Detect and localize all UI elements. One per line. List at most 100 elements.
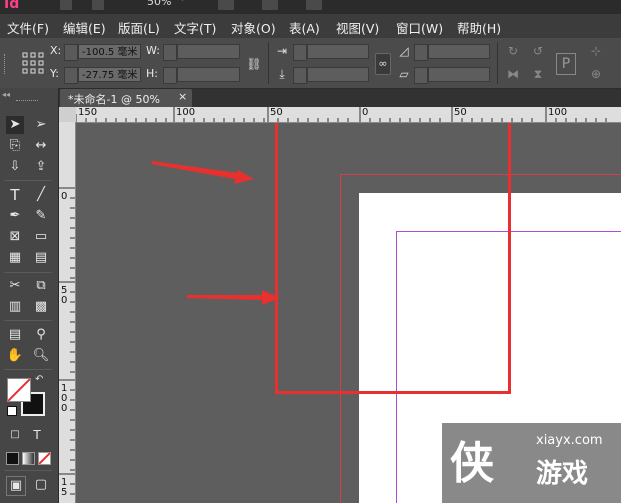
scale-x-field[interactable] bbox=[307, 44, 369, 59]
rotate-ccw-icon[interactable]: ↺ bbox=[530, 43, 546, 59]
app-bar: Id 50% ▾ bbox=[0, 0, 621, 14]
ruler-label: 50 bbox=[454, 107, 467, 118]
rotate-cw-icon[interactable]: ↻ bbox=[505, 43, 521, 59]
select-container-icon[interactable]: ⊹ bbox=[588, 43, 604, 59]
free-transform-tool-icon[interactable]: ⧉ bbox=[32, 277, 50, 295]
type-tool-icon[interactable]: T bbox=[6, 186, 24, 204]
shear-field[interactable] bbox=[428, 67, 490, 82]
ruler-label: 0 bbox=[61, 191, 68, 202]
rotation-field[interactable] bbox=[428, 44, 490, 59]
vertical-ruler[interactable]: 0 5 0 1 0 0 1 5 bbox=[59, 122, 76, 503]
app-logo: Id bbox=[4, 0, 20, 12]
watermark-name: 游戏 bbox=[536, 459, 589, 489]
pasteboard[interactable]: 侠 xiayx.com 游戏 bbox=[76, 123, 621, 503]
fill-stroke-swatch[interactable]: ↶ bbox=[7, 374, 47, 418]
panel-grip[interactable] bbox=[4, 54, 9, 74]
selection-tool-icon[interactable]: ➤ bbox=[6, 116, 24, 134]
formatting-container-icon[interactable]: □ bbox=[6, 426, 24, 444]
page-tool-icon[interactable]: ⎘ bbox=[6, 137, 24, 155]
y-label: Y: bbox=[50, 67, 59, 80]
menu-table[interactable]: 表(A) bbox=[289, 18, 320, 37]
scale-x-stepper[interactable] bbox=[293, 44, 307, 61]
pen-tool-icon[interactable]: ✒ bbox=[6, 207, 24, 225]
w-field[interactable] bbox=[177, 44, 240, 59]
document-tab[interactable]: *未命名-1 @ 50% × bbox=[60, 89, 192, 107]
select-content-icon[interactable]: ⊕ bbox=[588, 66, 604, 82]
gradient-swatch-tool-icon[interactable]: ▥ bbox=[6, 298, 24, 316]
horizontal-grid-tool-icon[interactable]: ▤ bbox=[32, 249, 50, 267]
flip-horizontal-icon[interactable]: ⧓ bbox=[505, 66, 521, 82]
screen-mode-icon[interactable]: ▣ bbox=[6, 476, 26, 496]
content-placer-icon[interactable]: ⇪ bbox=[32, 158, 50, 176]
bridge-button[interactable] bbox=[60, 0, 72, 10]
minibridge-button[interactable] bbox=[92, 0, 104, 10]
pencil-tool-icon[interactable]: ✎ bbox=[32, 207, 50, 225]
view-options-button[interactable] bbox=[218, 0, 234, 10]
constrain-scale-icon[interactable]: ∞ bbox=[375, 53, 391, 75]
ruler-label: 100 bbox=[548, 107, 568, 118]
arrange-documents-button[interactable] bbox=[306, 0, 322, 10]
note-tool-icon[interactable]: ▤ bbox=[6, 326, 24, 344]
direct-selection-tool-icon[interactable]: ➢ bbox=[32, 116, 50, 134]
h-stepper[interactable] bbox=[163, 67, 177, 84]
menu-layout[interactable]: 版面(L) bbox=[118, 18, 160, 37]
menu-window[interactable]: 窗口(W) bbox=[396, 18, 443, 37]
screen-mode-button[interactable] bbox=[262, 0, 278, 10]
reference-point-icon[interactable] bbox=[22, 52, 44, 74]
menu-file[interactable]: 文件(F) bbox=[7, 18, 49, 37]
formatting-text-icon[interactable]: T bbox=[28, 426, 46, 444]
eyedropper-tool-icon[interactable]: ⚲ bbox=[32, 326, 50, 344]
ruler-origin[interactable] bbox=[59, 107, 76, 122]
default-colors-icon[interactable] bbox=[7, 406, 17, 416]
zoom-level[interactable]: 50% bbox=[147, 0, 171, 8]
rotation-stepper[interactable] bbox=[414, 44, 428, 61]
line-tool-icon[interactable]: ╱ bbox=[32, 186, 50, 204]
w-stepper[interactable] bbox=[163, 44, 177, 61]
control-panel: X: -100.5 毫米 Y: -27.75 毫米 W: H: ⛓ ⇥ ⤓ ∞ … bbox=[0, 38, 621, 89]
x-field[interactable]: -100.5 毫米 bbox=[78, 44, 141, 59]
menu-view[interactable]: 视图(V) bbox=[336, 18, 379, 37]
horizontal-ruler[interactable]: 150 100 50 0 50 100 bbox=[76, 107, 621, 123]
y-field[interactable]: -27.75 毫米 bbox=[78, 67, 141, 82]
tools-panel: ◂◂ ➤ ➢ ⎘ ↔ ⇩ ⇪ T ╱ ✒ ✎ ⊠ ▭ ▦ ▤ ✂ ⧉ ▥ ▩ ▤… bbox=[0, 88, 59, 503]
x-stepper[interactable] bbox=[64, 44, 78, 61]
gradient-feather-tool-icon[interactable]: ▩ bbox=[32, 298, 50, 316]
divider bbox=[4, 320, 52, 321]
menu-object[interactable]: 对象(O) bbox=[231, 18, 276, 37]
scale-x-icon: ⇥ bbox=[276, 44, 288, 58]
table-tool-icon[interactable]: ▦ bbox=[6, 249, 24, 267]
rectangle-frame-tool-icon[interactable]: ⊠ bbox=[6, 228, 24, 246]
apply-none-icon[interactable] bbox=[38, 452, 51, 465]
fill-swatch[interactable] bbox=[7, 378, 31, 402]
scissors-tool-icon[interactable]: ✂ bbox=[6, 277, 24, 295]
apply-gradient-icon[interactable] bbox=[22, 452, 35, 465]
close-tab-icon[interactable]: × bbox=[178, 90, 187, 103]
hand-tool-icon[interactable]: ✋ bbox=[6, 347, 24, 365]
zoom-dropdown-icon[interactable]: ▾ bbox=[180, 0, 185, 4]
menu-type[interactable]: 文字(T) bbox=[174, 18, 216, 37]
gap-tool-icon[interactable]: ↔ bbox=[32, 137, 50, 155]
paragraph-style-icon[interactable]: P bbox=[556, 53, 576, 75]
content-collector-icon[interactable]: ⇩ bbox=[6, 158, 24, 176]
scale-y-field[interactable] bbox=[307, 67, 369, 82]
constrain-proportions-icon[interactable]: ⛓ bbox=[246, 56, 262, 72]
divider bbox=[4, 470, 52, 471]
scale-y-icon: ⤓ bbox=[279, 67, 285, 81]
collapse-panel-icon[interactable]: ◂◂ bbox=[2, 90, 10, 99]
preview-mode-icon[interactable]: ▢ bbox=[32, 476, 50, 494]
shear-stepper[interactable] bbox=[414, 67, 428, 84]
y-stepper[interactable] bbox=[64, 67, 78, 84]
h-field[interactable] bbox=[177, 67, 240, 82]
w-label: W: bbox=[146, 44, 160, 57]
zoom-tool-icon[interactable]: 🔍︎ bbox=[32, 347, 50, 365]
shear-angle-icon: ▱ bbox=[399, 67, 409, 81]
panel-grip[interactable] bbox=[16, 100, 38, 104]
apply-color-icon[interactable] bbox=[6, 452, 19, 465]
swap-colors-icon[interactable]: ↶ bbox=[35, 374, 43, 385]
flip-vertical-icon[interactable]: ⧗ bbox=[530, 66, 546, 82]
rectangle-tool-icon[interactable]: ▭ bbox=[32, 228, 50, 246]
scale-y-stepper[interactable] bbox=[293, 67, 307, 84]
menu-bar: 文件(F) 编辑(E) 版面(L) 文字(T) 对象(O) 表(A) 视图(V)… bbox=[0, 14, 621, 39]
menu-help[interactable]: 帮助(H) bbox=[457, 18, 501, 37]
menu-edit[interactable]: 编辑(E) bbox=[63, 18, 106, 37]
